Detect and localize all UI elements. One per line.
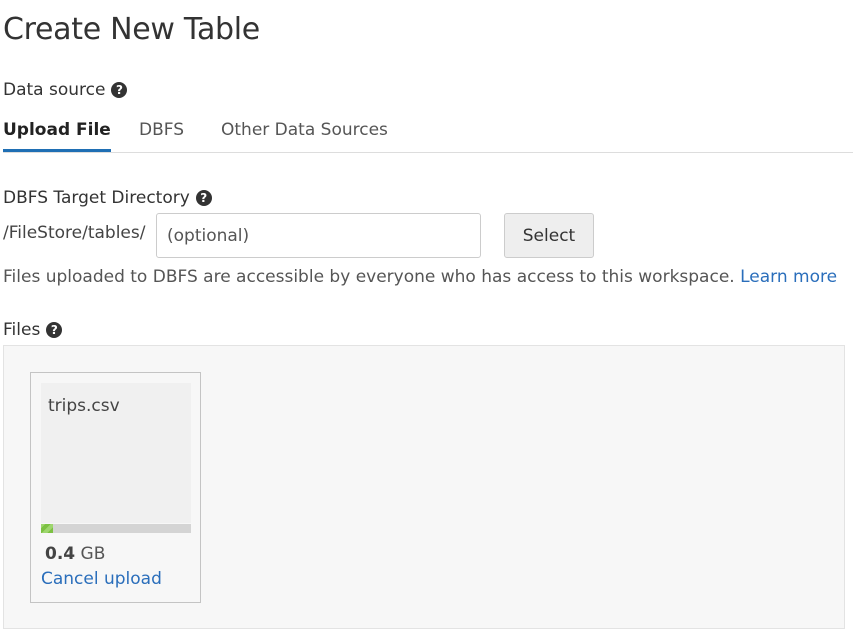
tab-dbfs[interactable]: DBFS [139,118,184,151]
upload-progress-fill [41,524,53,533]
data-source-label-row: Data source ? [3,80,128,100]
cancel-upload-link[interactable]: Cancel upload [41,569,162,589]
access-notice-text: Files uploaded to DBFS are accessible by… [3,267,735,287]
access-notice: Files uploaded to DBFS are accessible by… [3,267,837,287]
learn-more-link[interactable]: Learn more [740,267,837,287]
target-directory-input[interactable] [156,213,481,258]
file-name: trips.csv [48,396,120,416]
file-size: 0.4 GB [45,544,105,564]
create-table-page: Create New Table Data source ? Upload Fi… [0,0,853,639]
page-title: Create New Table [3,12,260,47]
file-size-unit: GB [80,544,106,564]
question-circle-icon[interactable]: ? [111,82,128,98]
question-circle-icon[interactable]: ? [46,322,63,338]
file-card: trips.csv 0.4 GB Cancel upload [30,372,201,603]
files-label-row: Files ? [3,320,63,340]
select-button[interactable]: Select [504,213,594,258]
target-directory-label: DBFS Target Directory [3,188,190,208]
directory-prefix: /FileStore/tables/ [3,223,146,243]
file-size-value: 0.4 [45,544,76,564]
data-source-label: Data source [3,80,106,100]
target-directory-label-row: DBFS Target Directory ? [3,188,212,208]
tab-upload-file[interactable]: Upload File [3,118,111,152]
tab-other-data-sources[interactable]: Other Data Sources [221,118,388,151]
upload-progress-bar [41,524,191,533]
question-circle-icon[interactable]: ? [195,190,212,206]
data-source-tabs: Upload File DBFS Other Data Sources [3,118,853,153]
files-label: Files [3,320,41,340]
